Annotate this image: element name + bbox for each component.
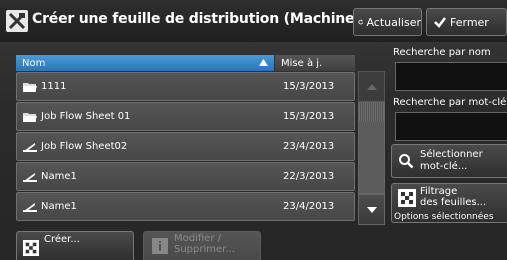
title-bar: Créer une feuille de distribution (Machi…	[0, 0, 507, 42]
scroll-down-button[interactable]	[358, 194, 385, 225]
arrow-down-icon	[367, 207, 377, 213]
distribution-sheet-list: Nom Mise à j. 1111 15/3/2013 Job Flow Sh…	[16, 55, 356, 225]
search-icon	[399, 154, 414, 169]
sheet-icon	[23, 143, 37, 152]
modify-line2: Supprimer...	[174, 244, 235, 255]
row-name: Name1	[41, 201, 77, 212]
row-date: 15/3/2013	[283, 81, 335, 92]
create-grid-icon	[23, 240, 39, 256]
row-date: 15/3/2013	[283, 111, 335, 122]
column-date-label: Mise à j.	[281, 57, 323, 69]
refresh-button[interactable]: Actualiser	[353, 8, 422, 36]
list-item[interactable]: Name1 23/4/2013	[16, 192, 355, 221]
close-button[interactable]: Fermer	[426, 8, 507, 36]
filter-line1: Filtrage	[420, 186, 458, 197]
modify-delete-button[interactable]: Modifier / Supprimer...	[143, 231, 261, 260]
tools-icon	[6, 10, 28, 32]
search-name-label: Recherche par nom	[393, 47, 491, 58]
filter-sheets-button[interactable]: Filtrage des feuilles... Options sélecti…	[391, 183, 507, 223]
sort-ascending-icon	[259, 59, 268, 66]
info-icon	[152, 238, 168, 254]
create-label: Créer...	[44, 234, 80, 245]
column-name-label: Nom	[22, 57, 46, 69]
folder-icon	[23, 83, 37, 92]
refresh-icon	[358, 19, 364, 25]
sheet-icon	[23, 173, 37, 182]
select-keyword-line1: Sélectionner	[420, 149, 483, 160]
column-header-name[interactable]: Nom	[16, 55, 274, 71]
create-button[interactable]: Créer...	[16, 231, 134, 260]
folder-icon	[23, 113, 37, 122]
list-item[interactable]: Job Flow Sheet 01 15/3/2013	[16, 102, 355, 131]
filter-status: Options sélectionnées	[394, 212, 494, 222]
sheet-icon	[23, 203, 37, 212]
list-item[interactable]: Job Flow Sheet02 23/4/2013	[16, 132, 355, 161]
search-keyword-label: Recherche par mot-clé	[393, 97, 507, 108]
modify-line1: Modifier /	[174, 233, 221, 244]
close-label: Fermer	[450, 15, 489, 29]
row-date: 23/4/2013	[283, 201, 335, 212]
select-keyword-line2: mot-clé...	[420, 161, 468, 172]
search-name-input[interactable]	[395, 62, 507, 91]
scroll-thumb[interactable]	[359, 103, 384, 121]
search-keyword-input[interactable]	[395, 112, 507, 141]
list-scrollbar[interactable]	[358, 71, 385, 225]
refresh-label: Actualiser	[366, 15, 421, 29]
row-name: Job Flow Sheet 01	[41, 111, 131, 122]
row-name: Name1	[41, 171, 77, 182]
select-keyword-button[interactable]: Sélectionner mot-clé...	[391, 144, 507, 178]
row-date: 23/4/2013	[283, 141, 335, 152]
scroll-track[interactable]	[358, 102, 385, 194]
row-date: 22/3/2013	[283, 171, 335, 182]
column-header-date[interactable]: Mise à j.	[275, 55, 355, 71]
scroll-up-button[interactable]	[358, 71, 385, 102]
filter-line2: des feuilles...	[420, 197, 487, 208]
checkmark-icon	[434, 17, 446, 28]
arrow-up-icon	[367, 84, 377, 90]
filter-grid-icon	[398, 189, 416, 207]
row-name: 1111	[41, 81, 67, 92]
list-item[interactable]: Name1 22/3/2013	[16, 162, 355, 191]
row-name: Job Flow Sheet02	[41, 141, 128, 152]
list-item[interactable]: 1111 15/3/2013	[16, 72, 355, 101]
